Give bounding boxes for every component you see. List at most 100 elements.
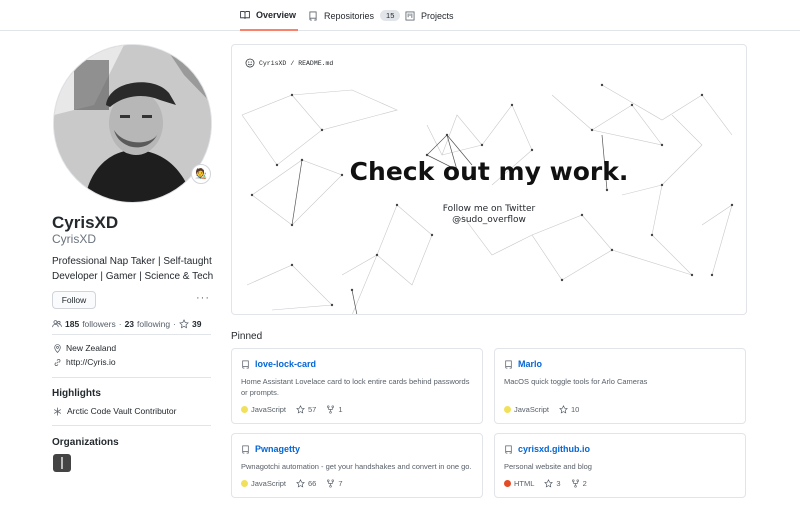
profile-tab-bar: Overview Repositories 15 Projects bbox=[0, 0, 800, 31]
tab-overview-label: Overview bbox=[256, 9, 297, 20]
repo-forks[interactable]: 2 bbox=[571, 479, 587, 488]
fork-icon bbox=[571, 479, 579, 488]
highlight-label: Arctic Code Vault Contributor bbox=[67, 406, 177, 416]
follow-button[interactable]: Follow bbox=[52, 291, 96, 309]
status-emoji-button[interactable]: 🧑‍🎨 bbox=[191, 164, 211, 184]
organizations-title: Organizations bbox=[52, 437, 119, 448]
location-row: New Zealand bbox=[53, 343, 116, 353]
sidebar-divider bbox=[52, 425, 211, 426]
profile-name: CyrisXD bbox=[52, 213, 119, 232]
avatar[interactable] bbox=[53, 44, 212, 203]
repo-name-link[interactable]: love-lock-card bbox=[255, 359, 316, 369]
following-label[interactable]: following bbox=[137, 319, 170, 329]
repo-description: Home Assistant Lovelace card to lock ent… bbox=[241, 377, 470, 397]
snowflake-icon bbox=[53, 407, 62, 415]
more-options-button[interactable]: ··· bbox=[196, 292, 210, 304]
organization-logo-icon bbox=[61, 457, 63, 469]
star-icon bbox=[179, 319, 189, 329]
pinned-repo-card: love-lock-card Home Assistant Lovelace c… bbox=[231, 348, 483, 424]
repo-stars[interactable]: 3 bbox=[544, 479, 561, 488]
readme-twitter-text: Follow me on Twitter bbox=[442, 204, 536, 214]
repo-icon bbox=[242, 444, 249, 454]
stars-count: 66 bbox=[308, 479, 317, 488]
follow-stats: 185 followers · 23 following · 39 bbox=[52, 319, 201, 329]
repo-icon bbox=[505, 444, 512, 454]
forks-count: 2 bbox=[582, 479, 587, 488]
sidebar-divider bbox=[52, 377, 211, 378]
repo-language: HTML bbox=[504, 479, 534, 488]
repo-meta: JavaScript 57 1 bbox=[241, 405, 343, 414]
profile-bio: Professional Nap Taker | Self-taught Dev… bbox=[52, 256, 214, 282]
people-icon bbox=[52, 320, 62, 328]
website-row: http://Cyris.io bbox=[53, 357, 116, 367]
fork-icon bbox=[327, 405, 335, 414]
repo-language: JavaScript bbox=[241, 479, 286, 488]
network-background-image bbox=[241, 83, 734, 314]
followers-count[interactable]: 185 bbox=[65, 319, 79, 329]
status-emoji: 🧑‍🎨 bbox=[194, 168, 208, 180]
repo-description: Pwnagotchi automation - get your handsha… bbox=[241, 462, 472, 471]
stats-separator-2: · bbox=[173, 319, 176, 329]
star-icon bbox=[296, 405, 305, 414]
stars-count: 3 bbox=[556, 479, 561, 488]
language-name: JavaScript bbox=[251, 479, 287, 488]
repo-stars[interactable]: 10 bbox=[559, 405, 579, 414]
tab-repositories-label: Repositories bbox=[324, 10, 375, 21]
tab-repositories[interactable]: Repositories 15 bbox=[308, 0, 401, 31]
organization-avatar[interactable] bbox=[53, 454, 71, 472]
location-text: New Zealand bbox=[66, 343, 117, 353]
repo-stars[interactable]: 66 bbox=[296, 479, 316, 488]
repo-forks[interactable]: 1 bbox=[326, 405, 343, 414]
language-color-dot bbox=[241, 480, 248, 487]
language-color-dot bbox=[504, 480, 511, 487]
repo-title: Marlo bbox=[504, 359, 542, 369]
readme-path-file[interactable]: README.md bbox=[298, 60, 333, 67]
tab-overview[interactable]: Overview bbox=[240, 0, 298, 31]
following-count[interactable]: 23 bbox=[125, 319, 134, 329]
avatar-photo bbox=[54, 45, 211, 202]
repo-icon bbox=[242, 359, 249, 369]
profile-login: CyrisXD bbox=[52, 232, 96, 246]
repo-description: MacOS quick toggle tools for Arlo Camera… bbox=[504, 377, 648, 386]
project-icon bbox=[405, 11, 415, 20]
location-icon bbox=[54, 343, 61, 353]
tab-projects-label: Projects bbox=[421, 10, 454, 21]
stars-count[interactable]: 39 bbox=[192, 319, 201, 329]
pinned-repo-card: Marlo MacOS quick toggle tools for Arlo … bbox=[494, 348, 746, 424]
repo-title: Pwnagetty bbox=[241, 444, 300, 454]
repo-title: cyrisxd.github.io bbox=[504, 444, 590, 454]
repo-stars[interactable]: 57 bbox=[296, 405, 316, 414]
fork-icon bbox=[327, 479, 335, 488]
pinned-repo-card: Pwnagetty Pwnagotchi automation - get yo… bbox=[231, 433, 483, 498]
website-link[interactable]: http://Cyris.io bbox=[66, 357, 116, 367]
tab-projects[interactable]: Projects bbox=[405, 0, 454, 31]
repo-language: JavaScript bbox=[504, 405, 549, 414]
highlight-item: Arctic Code Vault Contributor bbox=[53, 406, 176, 416]
readme-twitter-handle[interactable]: @sudo_overflow bbox=[232, 215, 746, 225]
readme-path: CyrisXD / README.md bbox=[245, 58, 333, 68]
repo-title: love-lock-card bbox=[241, 359, 316, 369]
repo-meta: JavaScript 10 bbox=[504, 405, 579, 414]
repo-icon bbox=[505, 359, 512, 369]
repo-name-link[interactable]: Marlo bbox=[518, 359, 542, 369]
readme-path-separator: / bbox=[290, 59, 295, 67]
pinned-repo-card: cyrisxd.github.io Personal website and b… bbox=[494, 433, 746, 498]
repo-meta: HTML 3 2 bbox=[504, 479, 587, 488]
repo-description: Personal website and blog bbox=[504, 462, 592, 471]
readme-heading: Check out my work. bbox=[349, 157, 629, 186]
repositories-count-badge: 15 bbox=[380, 10, 401, 21]
smiley-icon bbox=[245, 58, 255, 68]
sidebar-divider bbox=[52, 334, 211, 335]
repo-icon bbox=[309, 11, 317, 20]
forks-count: 7 bbox=[338, 479, 343, 488]
repo-name-link[interactable]: cyrisxd.github.io bbox=[518, 444, 590, 454]
followers-label[interactable]: followers bbox=[82, 319, 116, 329]
repo-name-link[interactable]: Pwnagetty bbox=[255, 444, 300, 454]
language-name: HTML bbox=[514, 479, 535, 488]
repo-forks[interactable]: 7 bbox=[326, 479, 343, 488]
language-color-dot bbox=[504, 406, 511, 413]
readme-path-user[interactable]: CyrisXD bbox=[259, 60, 286, 67]
language-name: JavaScript bbox=[251, 405, 287, 414]
language-color-dot bbox=[241, 406, 248, 413]
stars-count: 57 bbox=[308, 405, 317, 414]
